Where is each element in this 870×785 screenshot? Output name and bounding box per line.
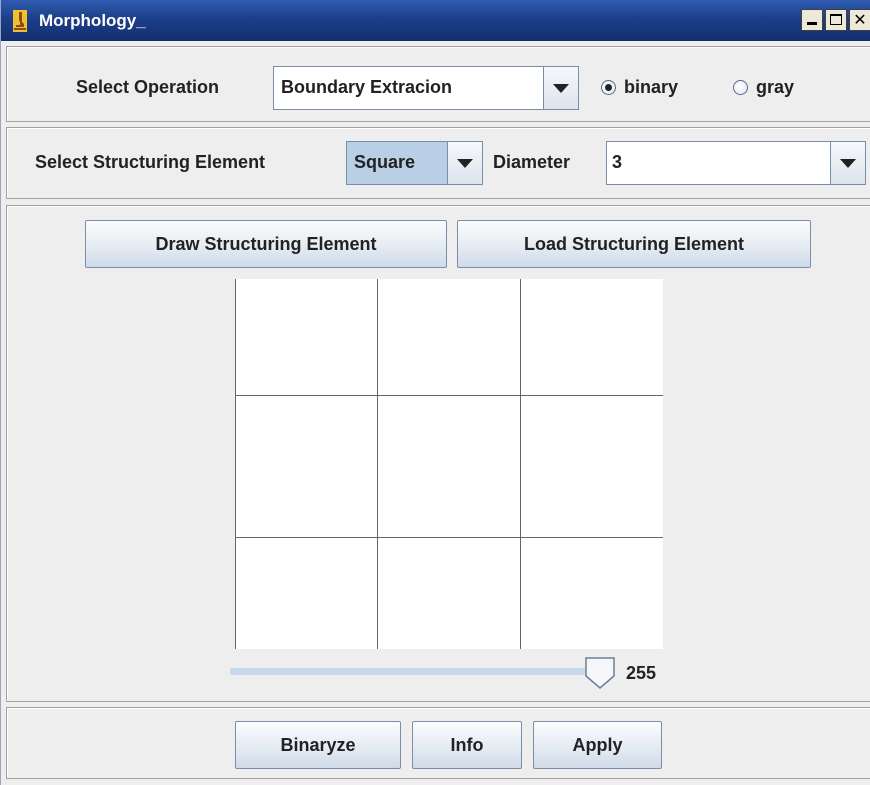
grid-line (235, 537, 663, 538)
window-controls: ✕ (801, 9, 870, 33)
radio-binary[interactable]: binary (601, 77, 678, 98)
minimize-icon (807, 22, 817, 25)
shape-value: Square (354, 152, 416, 172)
operation-dropdown-button[interactable] (543, 67, 578, 109)
title-bar[interactable]: Morphology_ ✕ (1, 0, 870, 41)
threshold-value: 255 (626, 663, 657, 683)
radio-binary-label: binary (624, 77, 679, 97)
grid-line (520, 279, 521, 649)
minimize-button[interactable] (801, 9, 823, 31)
diameter-combo[interactable]: 3 (606, 141, 866, 185)
window-title: Morphology_ (39, 11, 146, 30)
radio-gray-label: gray (756, 77, 795, 97)
diameter-label: Diameter (493, 152, 571, 172)
maximize-button[interactable] (825, 9, 847, 31)
maximize-icon (830, 14, 842, 25)
chevron-down-icon (457, 158, 473, 168)
radio-gray-indicator[interactable] (733, 80, 748, 95)
radio-gray[interactable]: gray (733, 77, 794, 98)
threshold-slider-track[interactable] (230, 668, 610, 675)
threshold-slider-thumb[interactable] (584, 656, 616, 690)
chevron-down-icon (553, 83, 569, 93)
close-button[interactable]: ✕ (849, 9, 870, 31)
grid-line (235, 395, 663, 396)
diameter-dropdown-button[interactable] (830, 142, 865, 184)
diameter-value: 3 (612, 152, 623, 172)
apply-button[interactable]: Apply (533, 721, 662, 769)
microscope-icon (13, 10, 27, 32)
operation-value: Boundary Extracion (281, 77, 453, 97)
load-structuring-element-button[interactable]: Load Structuring Element (457, 220, 811, 268)
grid-line (235, 279, 236, 649)
grid-line (377, 279, 378, 649)
shape-dropdown-button[interactable] (447, 142, 482, 184)
info-button[interactable]: Info (412, 721, 522, 769)
shape-combo[interactable]: Square (346, 141, 483, 185)
close-icon: ✕ (853, 12, 867, 29)
chevron-down-icon (840, 158, 856, 168)
binaryze-button[interactable]: Binaryze (235, 721, 401, 769)
select-operation-label: Select Operation (76, 77, 220, 97)
radio-binary-indicator[interactable] (601, 80, 616, 95)
select-structuring-element-label: Select Structuring Element (35, 152, 266, 172)
operation-combo[interactable]: Boundary Extracion (273, 66, 579, 110)
draw-structuring-element-button[interactable]: Draw Structuring Element (85, 220, 447, 268)
morphology-window: Morphology_ ✕ Select Operation Boundary … (0, 0, 870, 785)
structuring-element-grid[interactable] (235, 279, 663, 649)
